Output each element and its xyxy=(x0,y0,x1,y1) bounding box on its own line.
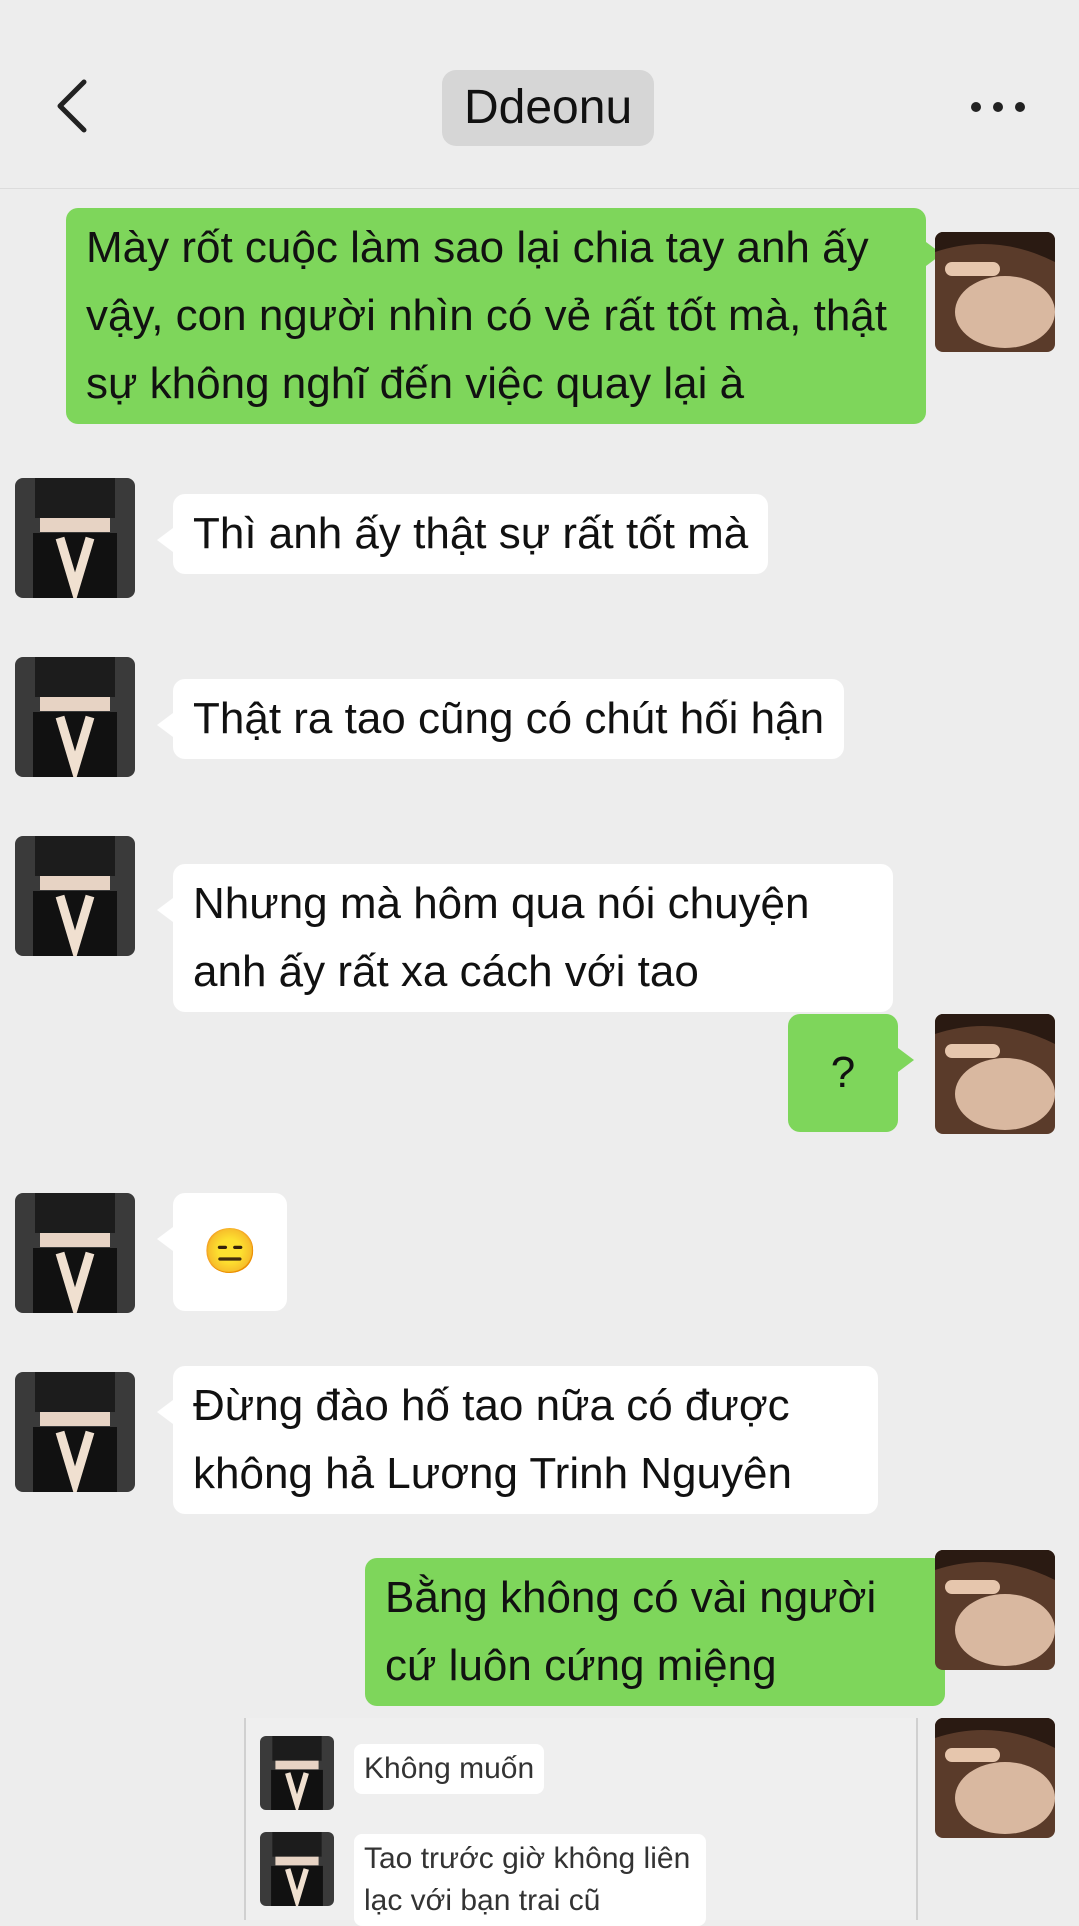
message-bubble-me[interactable]: ? xyxy=(788,1014,914,1132)
message-bubble-them[interactable]: Thì anh ấy thật sự rất tốt mà xyxy=(156,494,769,574)
message-text: Mày rốt cuộc làm sao lại chia tay anh ấy… xyxy=(86,223,888,408)
avatar-me[interactable] xyxy=(935,232,1055,352)
quoted-message: Tao trước giờ không liên lạc với bạn tra… xyxy=(354,1834,706,1926)
message-bubble-them[interactable]: Nhưng mà hôm qua nói chuyện anh ấy rất x… xyxy=(157,864,893,1012)
quoted-screenshot[interactable]: Không muốn Tao trước giờ không liên lạc … xyxy=(244,1718,918,1926)
message-text: Bằng không có vài người cứ luôn cứng miệ… xyxy=(385,1573,877,1690)
avatar-them[interactable] xyxy=(15,836,135,956)
message-text: Thì anh ấy thật sự rất tốt mà xyxy=(193,509,749,558)
message-bubble-me[interactable]: Bằng không có vài người cứ luôn cứng miệ… xyxy=(365,1558,961,1706)
expressionless-face-icon: 😑 xyxy=(202,1227,258,1276)
message-text: Nhưng mà hôm qua nói chuyện anh ấy rất x… xyxy=(193,879,810,996)
message-bubble-them[interactable]: Đừng đào hố tao nữa có được không hả Lươ… xyxy=(157,1366,878,1514)
message-text: ? xyxy=(830,1048,856,1097)
message-text: Đừng đào hố tao nữa có được không hả Lươ… xyxy=(193,1381,792,1498)
quoted-avatar-them xyxy=(260,1832,334,1906)
chat-header: Ddeonu xyxy=(0,0,1079,189)
message-bubble-them[interactable]: 😑 xyxy=(157,1193,287,1311)
quoted-message: Không muốn xyxy=(354,1744,545,1794)
message-text: Thật ra tao cũng có chút hối hận xyxy=(193,694,825,743)
avatar-them[interactable] xyxy=(15,478,135,598)
message-bubble-them[interactable]: Thật ra tao cũng có chút hối hận xyxy=(156,679,845,759)
avatar-them[interactable] xyxy=(15,657,135,777)
avatar-me[interactable] xyxy=(935,1014,1055,1134)
more-dots-icon[interactable] xyxy=(968,82,1028,132)
chevron-left-icon[interactable] xyxy=(44,76,104,136)
avatar-me[interactable] xyxy=(935,1718,1055,1838)
avatar-them[interactable] xyxy=(15,1193,135,1313)
quoted-avatar-them xyxy=(260,1736,334,1810)
chat-title[interactable]: Ddeonu xyxy=(442,70,655,146)
avatar-them[interactable] xyxy=(15,1372,135,1492)
message-bubble-me[interactable]: Mày rốt cuộc làm sao lại chia tay anh ấy… xyxy=(66,208,942,424)
avatar-me[interactable] xyxy=(935,1550,1055,1670)
